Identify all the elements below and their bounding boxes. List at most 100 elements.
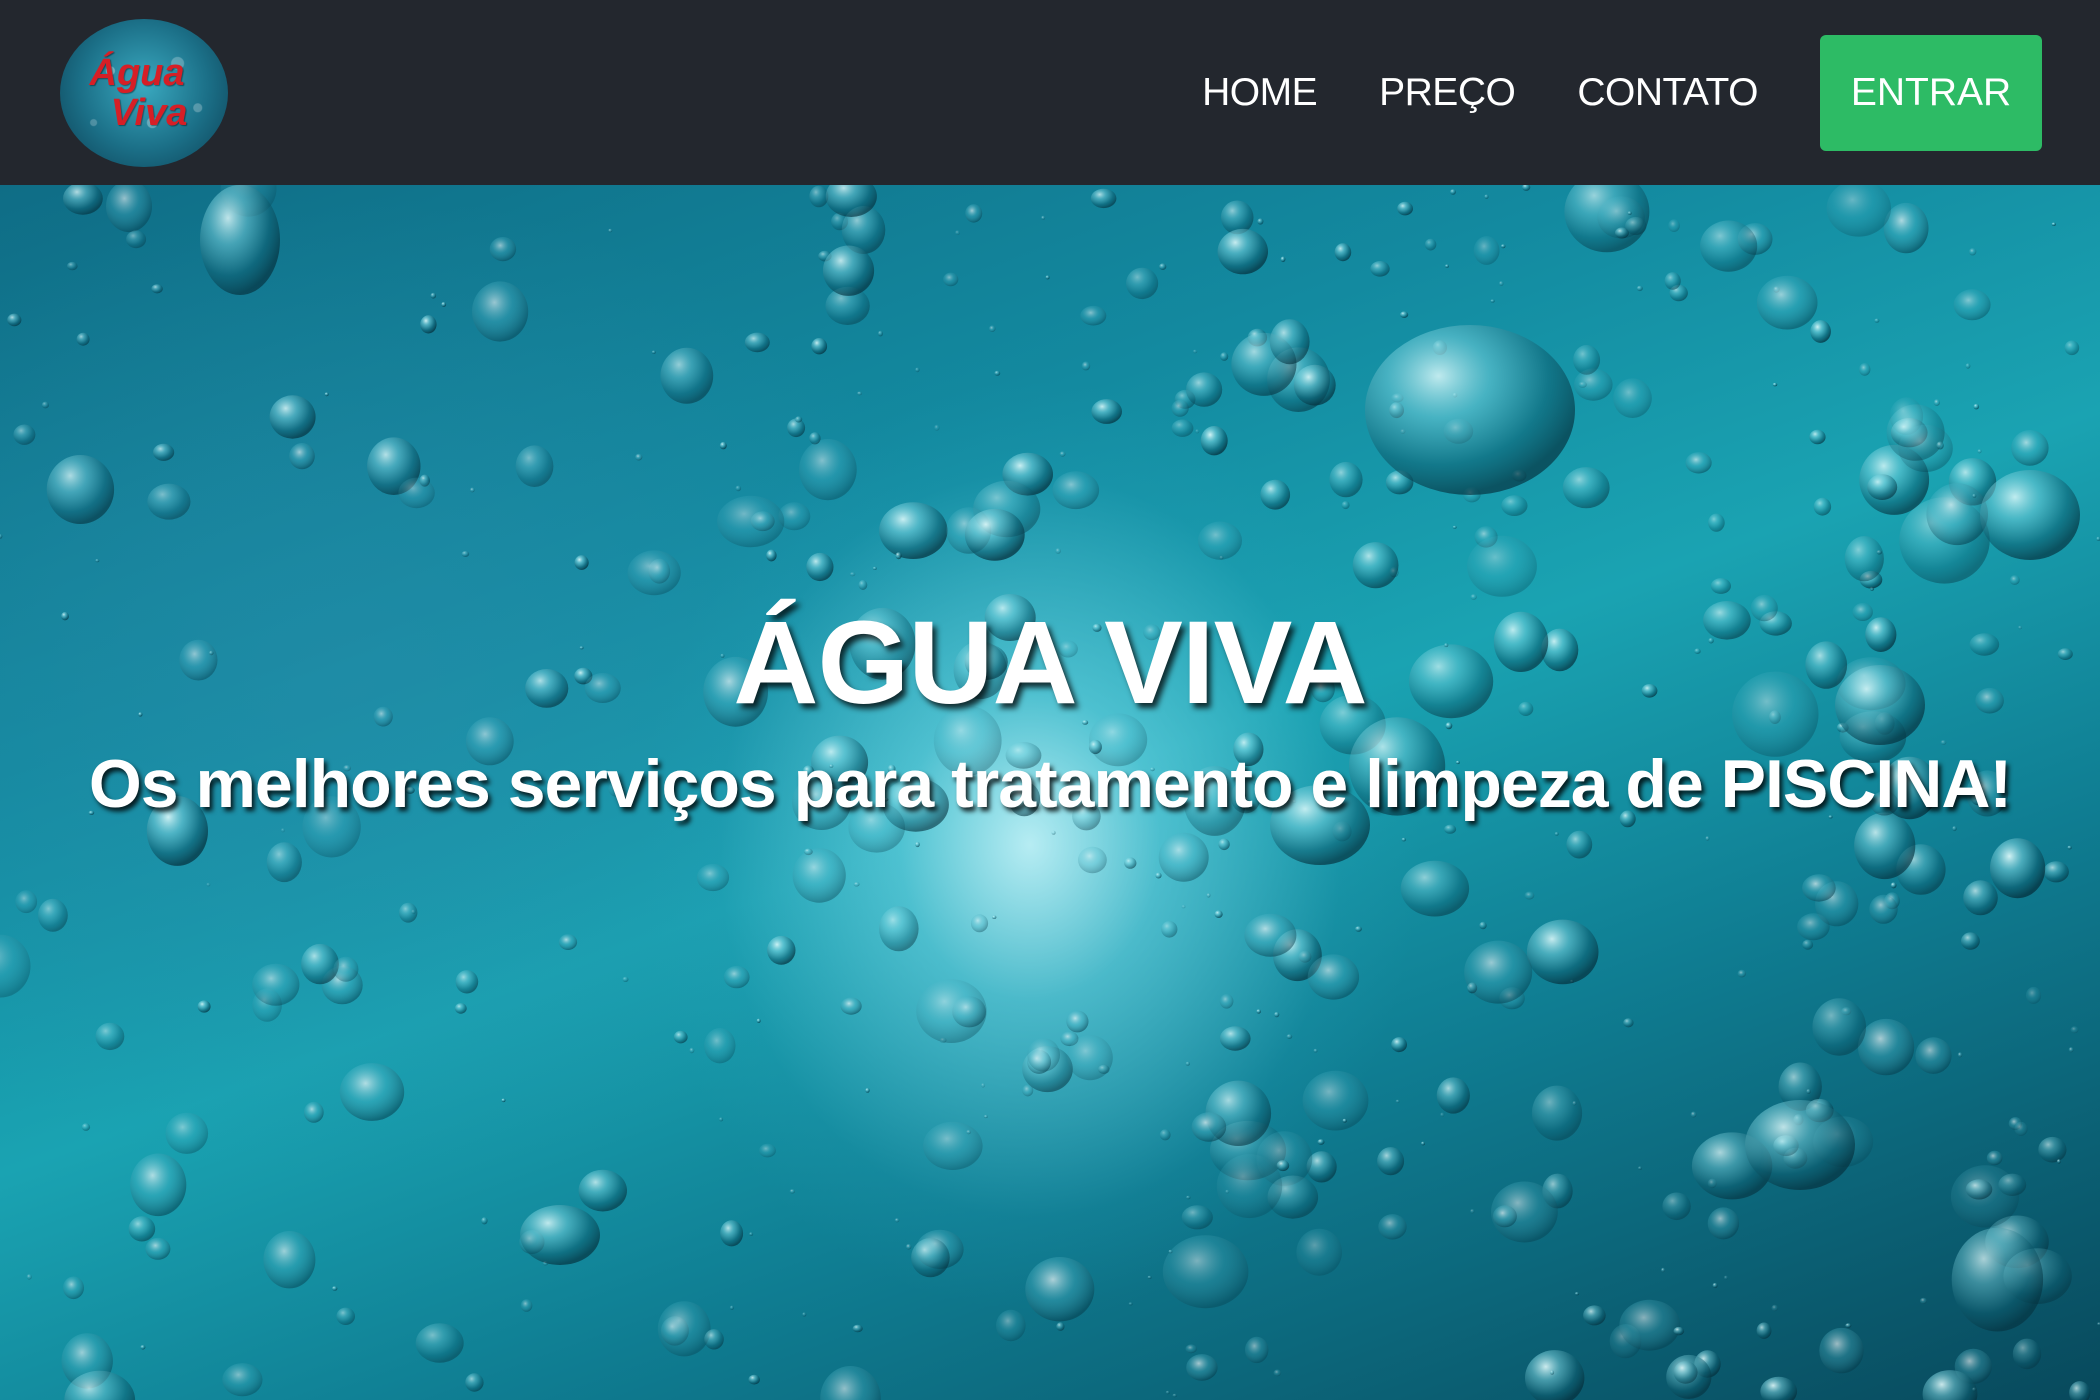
bubble — [1760, 1376, 1798, 1400]
bubble — [1220, 352, 1229, 361]
bubble — [1155, 872, 1162, 879]
bubble — [1619, 1299, 1681, 1351]
bubble — [197, 1000, 211, 1013]
bubble — [140, 1345, 146, 1350]
nav-link-contato[interactable]: CONTATO — [1577, 71, 1758, 115]
bubble — [1965, 1179, 1993, 1200]
bubble — [943, 272, 959, 287]
bubble — [1256, 1009, 1261, 1014]
bubble — [336, 1307, 356, 1326]
bubble — [840, 997, 862, 1015]
bubble — [2012, 1338, 2042, 1370]
bubble — [858, 580, 868, 590]
bubble — [1214, 910, 1223, 918]
bubble — [1181, 1205, 1213, 1230]
bubble — [489, 237, 517, 262]
bubble — [1980, 470, 2080, 560]
bubble — [1772, 382, 1778, 387]
bubble — [651, 350, 656, 354]
bubble — [635, 453, 643, 461]
bubble — [1874, 318, 1880, 323]
bubble — [1668, 219, 1680, 232]
bubble — [1395, 1099, 1400, 1103]
bubble — [1126, 267, 1159, 300]
bubble — [1436, 1077, 1470, 1114]
bubble — [1953, 289, 1991, 321]
bubble — [1550, 1370, 1555, 1375]
bubble — [151, 284, 163, 294]
bubble — [1890, 882, 1897, 889]
nav-link-preco[interactable]: PREÇO — [1379, 71, 1516, 115]
bubble — [1961, 932, 1980, 950]
bubble — [802, 1312, 807, 1317]
bubble — [911, 1238, 950, 1278]
bubble — [1181, 904, 1186, 909]
bubble — [1195, 429, 1200, 434]
bubble — [263, 1231, 316, 1289]
bubble — [455, 970, 479, 994]
bubble — [1219, 1026, 1251, 1051]
bubble — [915, 367, 920, 373]
bubble — [1055, 548, 1061, 554]
bubble — [853, 881, 860, 887]
bubble — [63, 185, 103, 215]
bubble — [1355, 926, 1362, 932]
bubble — [749, 1232, 754, 1236]
main-nav: HOME PREÇO CONTATO ENTRAR — [1202, 34, 2042, 151]
bubble — [1806, 1089, 1811, 1094]
bubble — [1274, 1011, 1280, 1018]
bubble — [515, 445, 554, 488]
bubble — [1566, 830, 1593, 859]
bubble — [1998, 1173, 2027, 1196]
bubble — [723, 965, 750, 989]
bubble — [1613, 378, 1652, 418]
bubble — [811, 338, 828, 355]
bubble — [1377, 1147, 1405, 1176]
bubble — [1257, 218, 1264, 225]
bubble — [964, 508, 1025, 561]
bubble — [1464, 940, 1533, 1004]
bubble — [63, 1276, 84, 1300]
bubble — [26, 1274, 32, 1280]
bubble — [2069, 1381, 2091, 1400]
login-button[interactable]: ENTRAR — [1820, 34, 2042, 151]
bubble — [1886, 404, 1945, 461]
bubble — [1159, 263, 1167, 270]
bubble — [923, 1121, 983, 1170]
bubble — [1490, 299, 1495, 303]
bubble — [1859, 363, 1871, 376]
bubble — [465, 1373, 484, 1392]
bubble — [2068, 1047, 2074, 1053]
bubble — [1025, 1257, 1095, 1322]
bubble — [1217, 228, 1269, 275]
bubble — [1723, 1275, 1728, 1280]
bubble — [1400, 311, 1409, 318]
bubble — [966, 1129, 972, 1135]
bubble — [1700, 220, 1758, 272]
bubble — [1662, 1192, 1691, 1221]
bubble — [766, 549, 777, 562]
bubble — [1219, 994, 1234, 1009]
nav-link-home[interactable]: HOME — [1202, 71, 1318, 115]
bubble — [820, 1366, 881, 1400]
bubble — [206, 882, 211, 887]
hero-banner: ÁGUA VIVA Os melhores serviços para trat… — [0, 185, 2100, 1400]
bubble — [1525, 1350, 1585, 1400]
bubble — [1296, 1228, 1342, 1276]
bubble — [857, 391, 862, 396]
bubble — [792, 848, 846, 903]
bubble — [41, 401, 50, 409]
bubble — [1391, 1037, 1407, 1053]
bubble — [622, 976, 629, 983]
bubble — [2043, 861, 2069, 883]
bubble — [1276, 1160, 1290, 1172]
logo[interactable]: Água Viva — [60, 18, 228, 167]
bubble — [1690, 1111, 1697, 1118]
bubble — [1919, 1297, 1927, 1304]
bubble — [1078, 846, 1107, 874]
bubble — [1378, 1214, 1407, 1240]
bubble — [1185, 1061, 1190, 1066]
bubble — [955, 230, 960, 236]
bubble — [1661, 1267, 1665, 1273]
bubble — [1206, 893, 1211, 898]
